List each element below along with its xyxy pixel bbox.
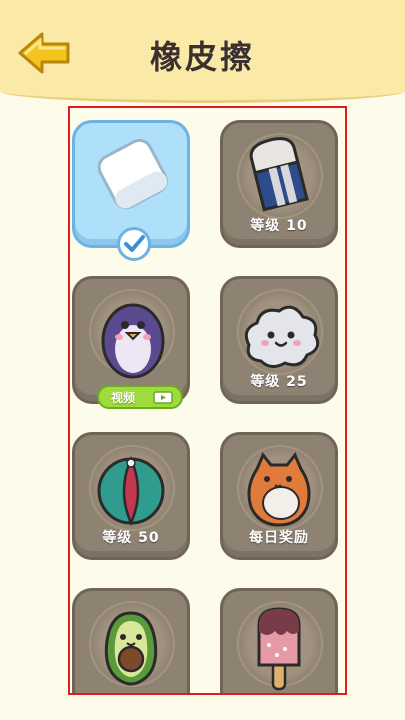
popsicle-eraser-icon — [257, 607, 301, 691]
video-button-label: 视频 — [111, 391, 136, 405]
eraser-card-popsicle[interactable] — [220, 588, 338, 693]
page-title: 橡皮擦 — [149, 38, 255, 76]
selected-check-icon — [117, 227, 151, 261]
card-label: 等级 10 — [250, 218, 308, 234]
penguin-eraser-icon — [101, 303, 165, 379]
video-play-icon — [153, 391, 173, 404]
avocado-eraser-icon — [104, 611, 158, 686]
card-label: 等级 50 — [102, 530, 160, 546]
header-bar: 橡皮擦 — [0, 0, 405, 103]
eraser-card-striped[interactable]: 等级 10 — [220, 120, 338, 248]
eraser-card-white[interactable] — [72, 120, 190, 261]
eraser-card-penguin[interactable]: 视频 — [72, 276, 190, 409]
eraser-card-ball[interactable]: 等级 50 — [72, 432, 190, 560]
eraser-card-avocado[interactable] — [72, 588, 190, 693]
card-label: 等级 25 — [250, 374, 308, 390]
card-label: 每日奖励 — [249, 530, 309, 546]
eraser-card-cloud[interactable]: 等级 25 — [220, 276, 338, 404]
eraser-grid: 等级 10 视频 等级 25 等级 50 每日奖励 — [68, 106, 347, 695]
watch-video-button[interactable]: 视频 — [97, 385, 183, 409]
eraser-card-cat[interactable]: 每日奖励 — [220, 432, 338, 560]
